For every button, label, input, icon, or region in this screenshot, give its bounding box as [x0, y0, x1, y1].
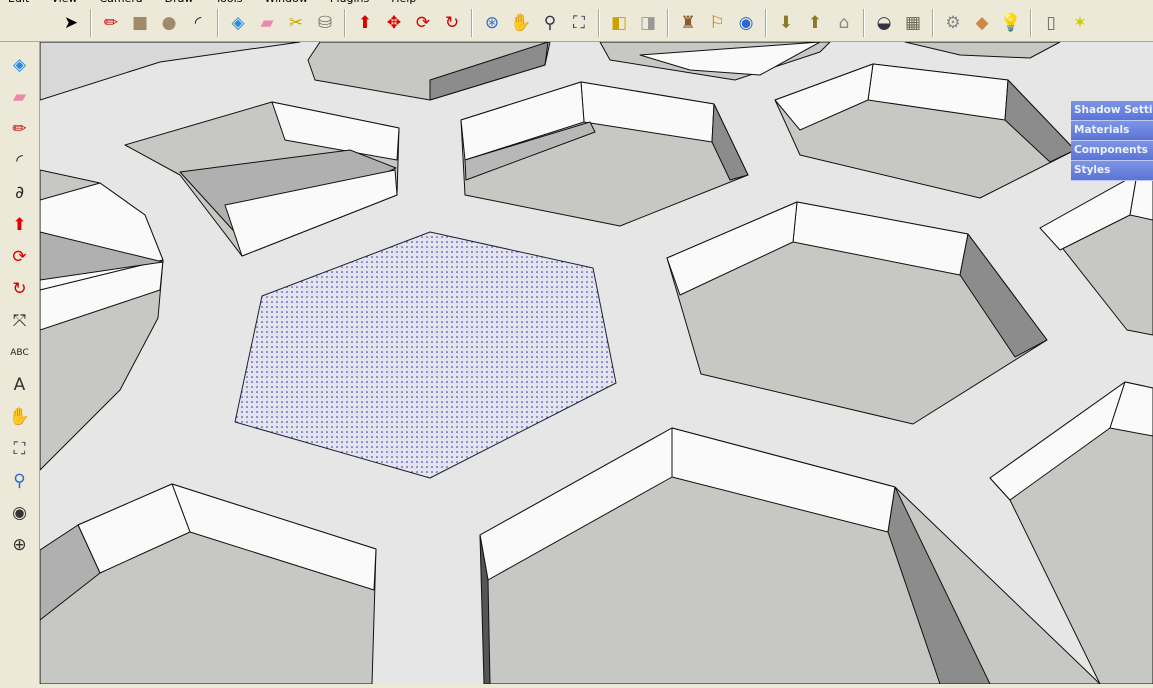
pan-icon[interactable]: ✋ [508, 10, 534, 36]
tape-measure-icon[interactable]: ✂ [283, 10, 309, 36]
share-model-icon[interactable]: ⌂ [831, 10, 857, 36]
tray-components[interactable]: Components [1071, 141, 1153, 161]
toolbar-separator [598, 9, 600, 37]
arc-icon[interactable]: ◜ [185, 10, 211, 36]
toolbar-separator [932, 9, 934, 37]
toolbar-separator [765, 9, 767, 37]
materials-icon[interactable]: ◆ [969, 10, 995, 36]
toolbar-separator [471, 9, 473, 37]
arc-icon[interactable]: ◜ [5, 146, 35, 176]
follow-me-icon[interactable]: ↻ [5, 274, 35, 304]
circle-icon[interactable]: ● [156, 10, 182, 36]
section-plane-icon[interactable]: ⊕ [5, 530, 35, 560]
previous-view-icon[interactable]: ◧ [606, 10, 632, 36]
3d-text-icon[interactable]: A [5, 370, 35, 400]
google-earth-icon[interactable]: ◉ [733, 10, 759, 36]
selected-hexagon-face [234, 231, 617, 479]
get-current-view-icon[interactable]: ⬇ [773, 10, 799, 36]
shadows-icon[interactable]: ◒ [871, 10, 897, 36]
tray-shadow-settings[interactable]: Shadow Settings [1071, 101, 1153, 121]
select-icon[interactable]: ➤ [58, 10, 84, 36]
settings-icon[interactable]: ⚙ [940, 10, 966, 36]
styles-icon[interactable]: ▦ [900, 10, 926, 36]
rotate-icon[interactable]: ⟳ [5, 242, 35, 272]
model-scene[interactable] [39, 41, 1153, 685]
zoom-icon[interactable]: ⚲ [537, 10, 563, 36]
eraser-icon[interactable]: ▰ [254, 10, 280, 36]
look-around-icon[interactable]: ◉ [5, 498, 35, 528]
tray-materials[interactable]: Materials [1071, 121, 1153, 141]
next-view-icon[interactable]: ◨ [635, 10, 661, 36]
axes-icon[interactable]: ✶ [1067, 10, 1093, 36]
orbit-icon[interactable]: ⊛ [479, 10, 505, 36]
toolbar-separator [344, 9, 346, 37]
toolbar-separator [90, 9, 92, 37]
lightbulb-icon[interactable]: 💡 [998, 10, 1024, 36]
hex-hole-top-right-far [904, 41, 1061, 59]
3d-viewport[interactable]: Shadow SettingsMaterialsComponentsStyles [39, 41, 1153, 685]
tray-styles[interactable]: Styles [1071, 161, 1153, 181]
rectangle-icon[interactable]: ■ [127, 10, 153, 36]
push-pull-icon[interactable]: ⬆ [5, 210, 35, 240]
place-model-icon[interactable]: ♜ [675, 10, 701, 36]
make-component-icon[interactable]: ◈ [225, 10, 251, 36]
zoom-extents-icon[interactable]: ⛶ [566, 10, 592, 36]
outliner-icon[interactable]: ▯ [1038, 10, 1064, 36]
position-camera-icon[interactable]: ⚲ [5, 466, 35, 496]
paint-bucket-icon[interactable]: ⛁ [312, 10, 338, 36]
main-toolbar: ➤ ✏ ■ ● ◜ ◈ ▰ ✂ ⛁ ⬆ ✥ ⟳ ↻ ⊛ ✋ ⚲ ⛶ ◧ ◨ ♜ ⚐ ◉ ⬇ ⬆ ⌂ ◒ ▦ ⚙ ◆ 💡 ▯ ✶ [0, 5, 1153, 42]
toolbar-separator [863, 9, 865, 37]
move-icon[interactable]: ✥ [381, 10, 407, 36]
eraser-icon[interactable]: ▰ [5, 82, 35, 112]
toolbar-separator [1030, 9, 1032, 37]
toolbar-separator [217, 9, 219, 37]
freehand-icon[interactable]: ∂ [5, 178, 35, 208]
toggle-terrain-icon[interactable]: ⬆ [802, 10, 828, 36]
text-label-icon[interactable]: ABC [5, 338, 35, 368]
left-toolbar: ◈ ▰ ✏ ◜ ∂ ⬆ ⟳ ↻ ⤧ ABC A ✋ ⛶ ⚲ ◉ ⊕ [0, 42, 40, 684]
follow-me-icon[interactable]: ↻ [439, 10, 465, 36]
get-models-icon[interactable]: ⚐ [704, 10, 730, 36]
tray-panel: Shadow SettingsMaterialsComponentsStyles [1071, 101, 1153, 181]
hex-hole-top-left-far [39, 41, 301, 101]
make-component-icon[interactable]: ◈ [5, 50, 35, 80]
pencil-icon[interactable]: ✏ [98, 10, 124, 36]
toolbar-separator [667, 9, 669, 37]
dimension-icon[interactable]: ⤧ [5, 306, 35, 336]
rotate-icon[interactable]: ⟳ [410, 10, 436, 36]
pencil-icon[interactable]: ✏ [5, 114, 35, 144]
pan-icon[interactable]: ✋ [5, 402, 35, 432]
push-pull-icon[interactable]: ⬆ [352, 10, 378, 36]
zoom-extents-icon[interactable]: ⛶ [5, 434, 35, 464]
